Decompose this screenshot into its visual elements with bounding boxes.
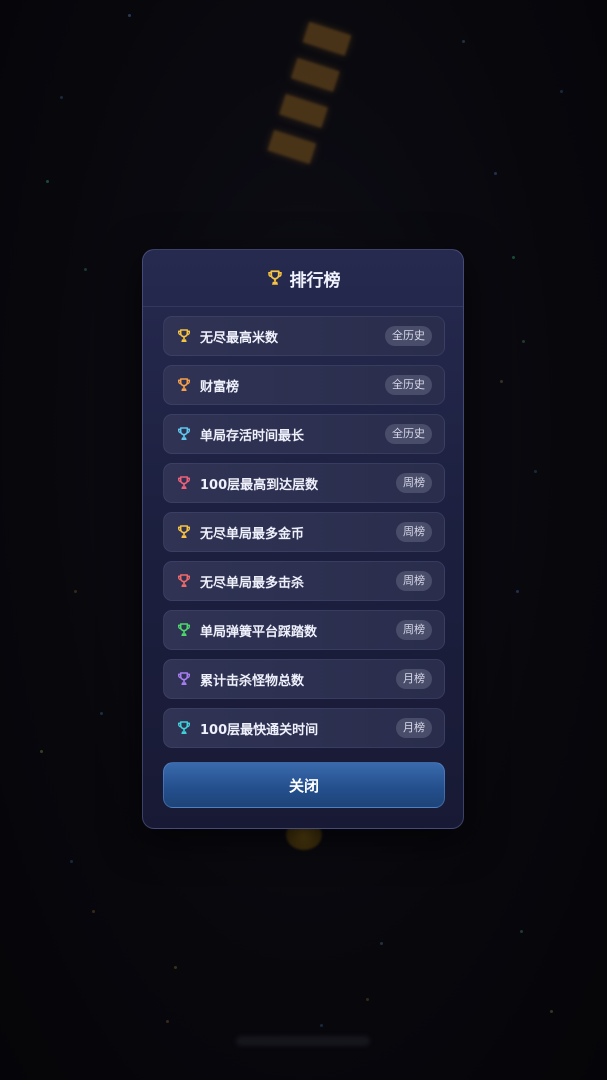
trophy-icon (266, 269, 284, 287)
leaderboard-item-label: 财富榜 (200, 379, 240, 395)
leaderboard-dialog: 排行榜 无尽最高米数 全历史 财富榜 全历史 单局存活时间最长 全历史 100层… (142, 249, 464, 829)
leaderboard-item-label: 无尽单局最多击杀 (200, 575, 305, 591)
trophy-icon (176, 426, 192, 442)
leaderboard-item[interactable]: 财富榜 全历史 (163, 365, 445, 405)
leaderboard-item[interactable]: 单局存活时间最长 全历史 (163, 414, 445, 454)
trophy-icon (176, 573, 192, 589)
trophy-icon (176, 622, 192, 638)
period-badge: 周榜 (396, 522, 432, 542)
period-badge: 月榜 (396, 669, 432, 689)
leaderboard-item[interactable]: 无尽最高米数 全历史 (163, 316, 445, 356)
leaderboard-item[interactable]: 100层最高到达层数 周榜 (163, 463, 445, 503)
leaderboard-item-label: 无尽单局最多金币 (200, 526, 305, 542)
dialog-title: 排行榜 (289, 270, 341, 291)
period-badge: 周榜 (396, 473, 432, 493)
leaderboard-item-label: 单局存活时间最长 (200, 428, 305, 444)
trophy-icon (176, 377, 192, 393)
leaderboard-list: 无尽最高米数 全历史 财富榜 全历史 单局存活时间最长 全历史 100层最高到达… (163, 316, 445, 757)
period-badge: 周榜 (396, 571, 432, 591)
trophy-icon (176, 671, 192, 687)
leaderboard-item[interactable]: 无尽单局最多金币 周榜 (163, 512, 445, 552)
leaderboard-item-label: 累计击杀怪物总数 (200, 673, 305, 689)
trophy-icon (176, 720, 192, 736)
leaderboard-item-label: 100层最快通关时间 (200, 722, 319, 738)
trophy-icon (176, 475, 192, 491)
period-badge: 月榜 (396, 718, 432, 738)
dialog-header: 排行榜 (143, 250, 463, 307)
leaderboard-item-label: 单局弹簧平台踩踏数 (200, 624, 318, 640)
leaderboard-item-label: 100层最高到达层数 (200, 477, 319, 493)
leaderboard-item[interactable]: 累计击杀怪物总数 月榜 (163, 659, 445, 699)
period-badge: 全历史 (385, 326, 432, 346)
period-badge: 全历史 (385, 424, 432, 444)
leaderboard-item[interactable]: 100层最快通关时间 月榜 (163, 708, 445, 748)
close-button[interactable]: 关闭 (163, 762, 445, 808)
period-badge: 周榜 (396, 620, 432, 640)
leaderboard-item[interactable]: 无尽单局最多击杀 周榜 (163, 561, 445, 601)
period-badge: 全历史 (385, 375, 432, 395)
leaderboard-item[interactable]: 单局弹簧平台踩踏数 周榜 (163, 610, 445, 650)
trophy-icon (176, 328, 192, 344)
trophy-icon (176, 524, 192, 540)
leaderboard-item-label: 无尽最高米数 (200, 330, 279, 346)
